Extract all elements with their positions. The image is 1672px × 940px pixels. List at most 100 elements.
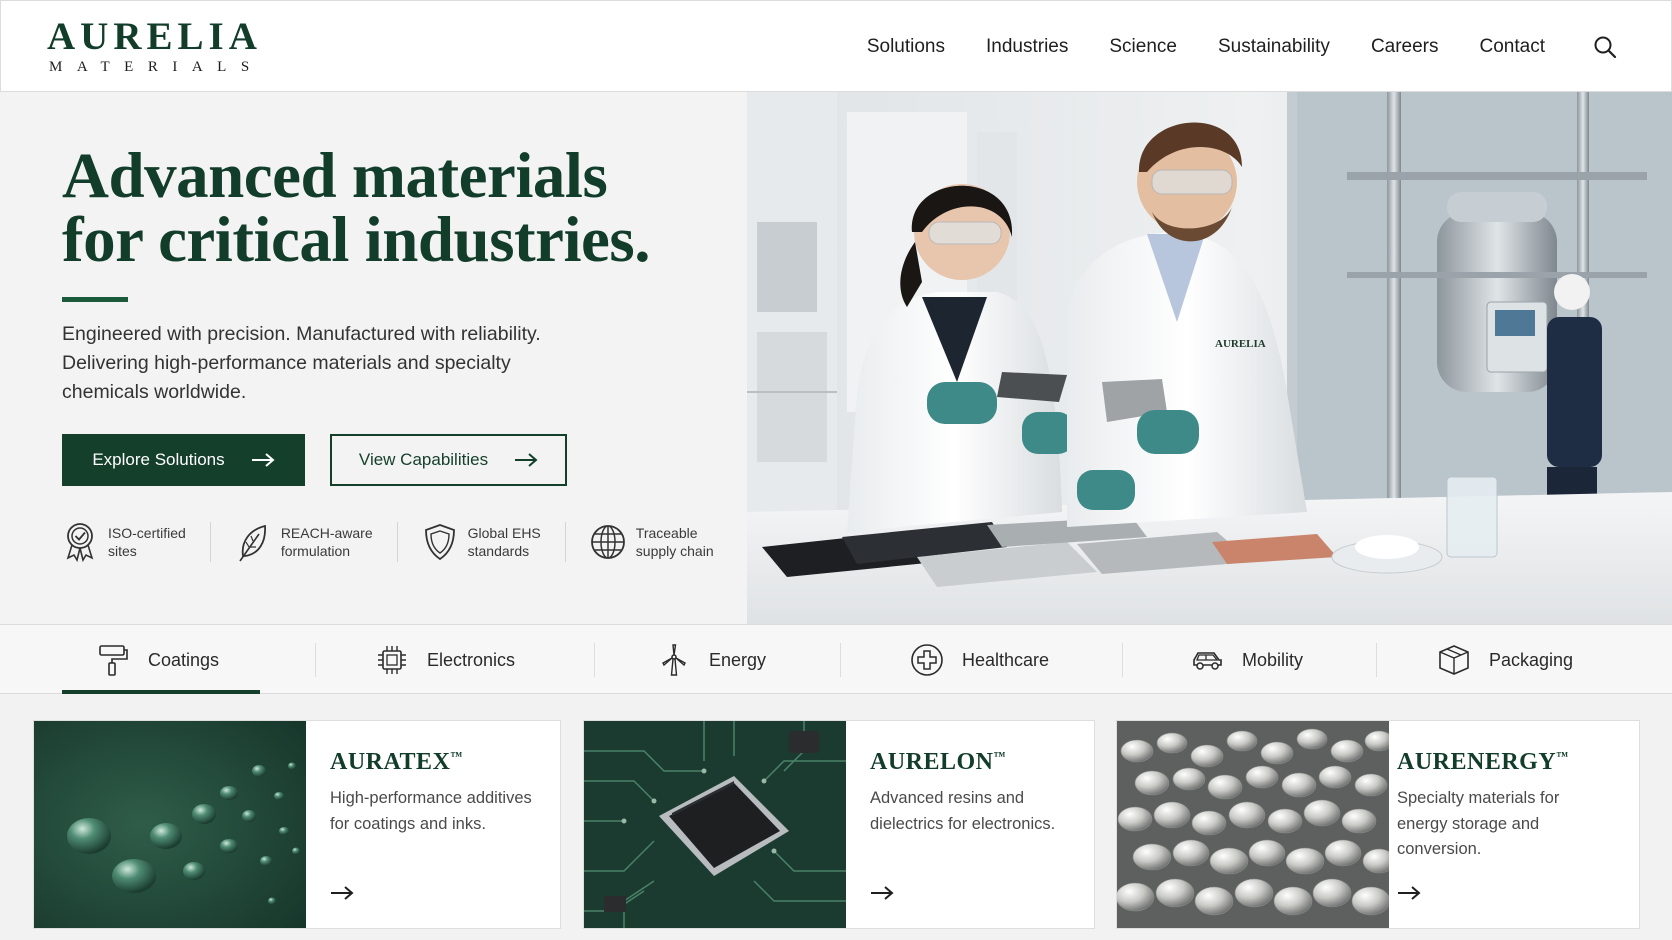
trust-badges: ISO-certified sites REACH-aware formulat… <box>62 520 714 564</box>
nav-contact[interactable]: Contact <box>1480 36 1545 58</box>
nav-science[interactable]: Science <box>1109 36 1177 58</box>
badge-reach-line2: formulation <box>280 543 351 559</box>
badge-ehs-text: Global EHS standards <box>468 524 541 560</box>
coat-logo-text: AURELIA <box>1215 338 1266 350</box>
hero-lab-photo: AURELIA <box>747 92 1672 624</box>
brand-name: AURELIA <box>47 15 262 58</box>
card-desc-line1: Advanced resins and <box>870 789 1025 807</box>
tab-coatings[interactable]: Coatings <box>96 625 219 695</box>
hero-title-line2: for critical industries. <box>62 204 650 276</box>
badge-divider <box>209 522 211 562</box>
tab-energy-label: Energy <box>709 649 767 670</box>
lab-scene-image: AURELIA <box>747 92 1672 624</box>
industry-tabs: Coatings Electronics Energy Healthcare M… <box>0 624 1672 694</box>
car-icon <box>1193 652 1222 670</box>
brand-subtitle: MATERIALS <box>49 59 264 75</box>
card-body: AURELON™ Advanced resins and dielectrics… <box>870 749 1055 837</box>
tab-mobility[interactable]: Mobility <box>1190 625 1303 695</box>
explore-solutions-button[interactable]: Explore Solutions <box>62 434 305 486</box>
card-title: AURENERGY™ <box>1397 749 1569 776</box>
card-body: AURENERGY™ Specialty materials for energ… <box>1397 749 1569 863</box>
badge-iso: ISO-certified sites <box>62 520 186 564</box>
badge-supply: Traceable supply chain <box>590 520 714 564</box>
tab-coatings-label: Coatings <box>148 649 220 670</box>
card-title: AURELON™ <box>870 749 1055 776</box>
badge-reach: REACH-aware formulation <box>235 520 373 564</box>
badge-supply-line1: Traceable <box>635 525 698 541</box>
arrow-right-icon[interactable] <box>330 885 354 901</box>
card-title-text: AURELON <box>870 749 994 775</box>
view-capabilities-button[interactable]: View Capabilities <box>330 434 567 486</box>
card-title-text: AURATEX <box>330 749 451 775</box>
hero-title-line1: Advanced materials <box>62 140 608 212</box>
explore-solutions-label: Explore Solutions <box>92 450 225 469</box>
arrow-right-icon <box>515 453 538 467</box>
arrow-right-icon <box>251 453 275 467</box>
nav-industries[interactable]: Industries <box>986 36 1068 58</box>
badge-supply-text: Traceable supply chain <box>636 524 714 560</box>
badge-iso-line2: sites <box>108 543 137 559</box>
card-desc-line2: energy storage and <box>1397 814 1540 833</box>
nav-sustainability[interactable]: Sustainability <box>1218 36 1330 58</box>
card-description: High-performance additives for coatings … <box>330 786 532 837</box>
tab-divider <box>1376 643 1377 677</box>
tab-mobility-label: Mobility <box>1242 649 1304 670</box>
card-desc-line2: for coatings and inks. <box>330 814 486 833</box>
card-desc-line3: conversion. <box>1397 840 1482 858</box>
badge-reach-text: REACH-aware formulation <box>281 524 373 560</box>
trademark-symbol: ™ <box>450 749 463 763</box>
card-body: AURATEX™ High-performance additives for … <box>330 749 532 837</box>
trademark-symbol: ™ <box>993 749 1007 763</box>
shield-icon <box>424 524 455 561</box>
hero-description: Engineered with precision. Manufactured … <box>62 323 541 403</box>
nav-solutions[interactable]: Solutions <box>867 36 945 58</box>
active-tab-indicator <box>62 690 260 694</box>
arrow-right-icon[interactable] <box>1397 885 1421 901</box>
badge-ehs-line2: standards <box>467 543 530 559</box>
product-card-auratex[interactable]: AURATEX™ High-performance additives for … <box>33 720 561 929</box>
tab-electronics-label: Electronics <box>427 649 516 670</box>
card-desc-line2: dielectrics for electronics. <box>870 814 1056 833</box>
certificate-icon <box>66 523 94 563</box>
tab-electronics[interactable]: Electronics <box>375 625 515 695</box>
tab-divider <box>1122 643 1123 677</box>
tab-healthcare[interactable]: Healthcare <box>910 625 1049 695</box>
card-image-pellets <box>1117 721 1389 928</box>
arrow-right-icon[interactable] <box>870 885 894 901</box>
product-card-aurenergy[interactable]: AURENERGY™ Specialty materials for energ… <box>1116 720 1640 929</box>
hero-title: Advanced materials for critical industri… <box>62 144 742 273</box>
paint-roller-icon <box>99 645 128 676</box>
card-title-text: AURENERGY <box>1397 749 1557 775</box>
badge-supply-line2: supply chain <box>635 543 714 559</box>
badge-divider <box>396 522 398 562</box>
nav-careers[interactable]: Careers <box>1371 36 1439 58</box>
brand-logo[interactable]: AURELIA MATERIALS <box>47 17 264 76</box>
box-icon <box>1439 645 1469 675</box>
tab-packaging-label: Packaging <box>1489 649 1574 670</box>
card-description: Advanced resins and dielectrics for elec… <box>870 786 1055 837</box>
tab-healthcare-label: Healthcare <box>962 649 1050 670</box>
main-nav: Solutions Industries Science Sustainabil… <box>826 1 1617 93</box>
tab-packaging[interactable]: Packaging <box>1437 625 1573 695</box>
tab-divider <box>594 643 595 677</box>
badge-ehs-line1: Global EHS <box>467 525 541 541</box>
badge-ehs: Global EHS standards <box>422 520 541 564</box>
hero-section: Advanced materials for critical industri… <box>0 92 747 624</box>
hero-divider <box>62 297 128 302</box>
card-image-water-droplets <box>34 721 306 928</box>
badge-reach-line1: REACH-aware <box>280 525 373 541</box>
badge-iso-text: ISO-certified sites <box>108 524 186 560</box>
trademark-symbol: ™ <box>1556 749 1569 763</box>
search-icon[interactable] <box>1593 35 1617 59</box>
product-card-aurelon[interactable]: AURELON™ Advanced resins and dielectrics… <box>583 720 1095 929</box>
site-header: AURELIA MATERIALS Solutions Industries S… <box>0 0 1672 92</box>
leaf-icon <box>239 524 266 562</box>
tab-energy[interactable]: Energy <box>657 625 766 695</box>
card-desc-line1: Specialty materials for <box>1397 789 1560 807</box>
badge-divider <box>564 522 566 562</box>
card-description: Specialty materials for energy storage a… <box>1397 786 1569 863</box>
view-capabilities-label: View Capabilities <box>358 450 489 469</box>
card-desc-line1: High-performance additives <box>330 789 532 807</box>
tab-divider <box>315 643 316 677</box>
tab-divider <box>840 643 841 677</box>
